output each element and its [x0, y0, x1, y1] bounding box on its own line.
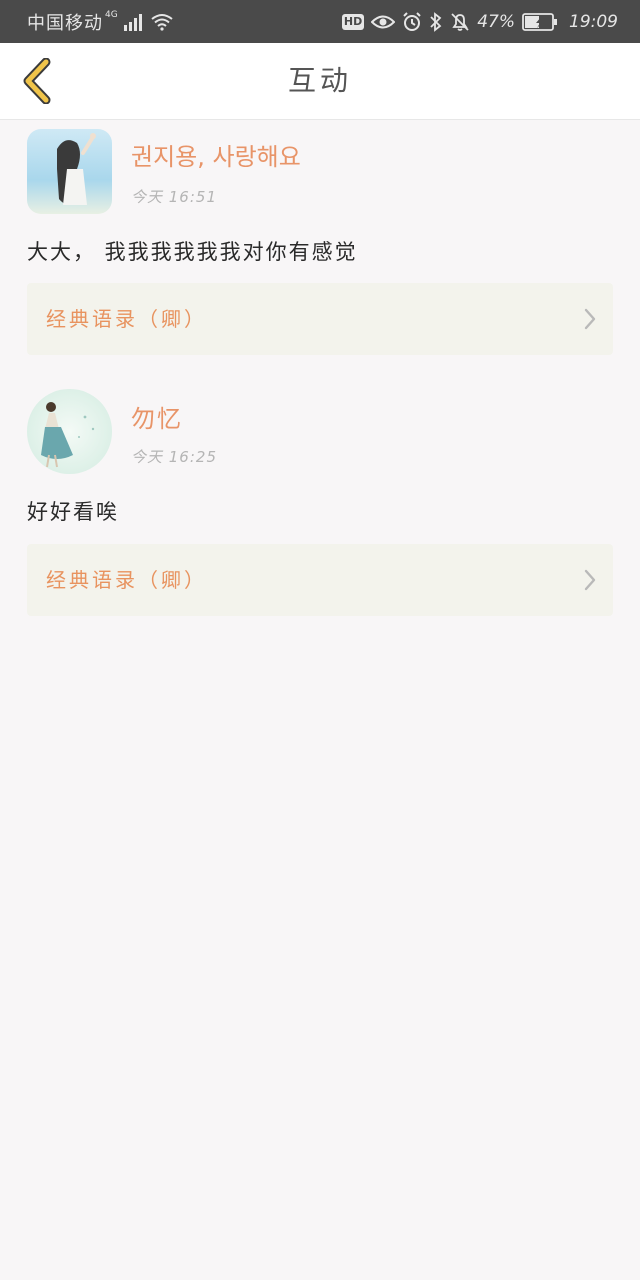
avatar[interactable]: [27, 129, 112, 214]
comment-text: 大大， 我我我我我我对你有感觉: [27, 240, 358, 264]
chevron-right-icon: [584, 569, 596, 591]
post-item: 勿忆 今天 16:25 好好看唉 经典语录（卿）: [0, 380, 640, 630]
eye-icon: [371, 15, 396, 28]
post-time: 今天 16:25: [131, 448, 217, 466]
page-title: 互动: [287, 64, 352, 97]
referenced-post-title: 经典语录（卿）: [46, 568, 207, 592]
wifi-icon: [151, 13, 173, 31]
chevron-right-icon: [584, 308, 596, 330]
hd-icon: HD: [341, 13, 365, 30]
signal-icon: [123, 13, 142, 31]
battery-percent: 47%: [477, 11, 515, 32]
avatar-image: [27, 129, 112, 214]
comment-text: 好好看唉: [27, 500, 119, 524]
post-item: 권지용, 사랑해요 今天 16:51 大大， 我我我我我我对你有感觉 经典语录（…: [0, 120, 640, 370]
avatar-image: [27, 389, 112, 474]
avatar[interactable]: [27, 389, 112, 474]
alarm-icon: [403, 11, 421, 31]
carrier-name: 中国移动: [27, 12, 103, 34]
username[interactable]: 勿忆: [131, 399, 183, 434]
nav-bar: 互动: [0, 43, 640, 120]
referenced-post-card[interactable]: 经典语录（卿）: [27, 544, 613, 616]
mute-notification-icon: [451, 12, 469, 31]
username[interactable]: 권지용, 사랑해요: [131, 137, 301, 172]
bluetooth-icon: [430, 11, 442, 32]
referenced-post-title: 经典语录（卿）: [46, 307, 207, 331]
status-bar: 中国移动 4G HD 47% 19:09: [0, 0, 640, 43]
clock: 19:09: [569, 11, 618, 32]
battery-charging-icon: [522, 12, 557, 31]
referenced-post-card[interactable]: 经典语录（卿）: [27, 283, 613, 355]
post-time: 今天 16:51: [131, 188, 217, 206]
network-type: 4G: [105, 9, 118, 20]
